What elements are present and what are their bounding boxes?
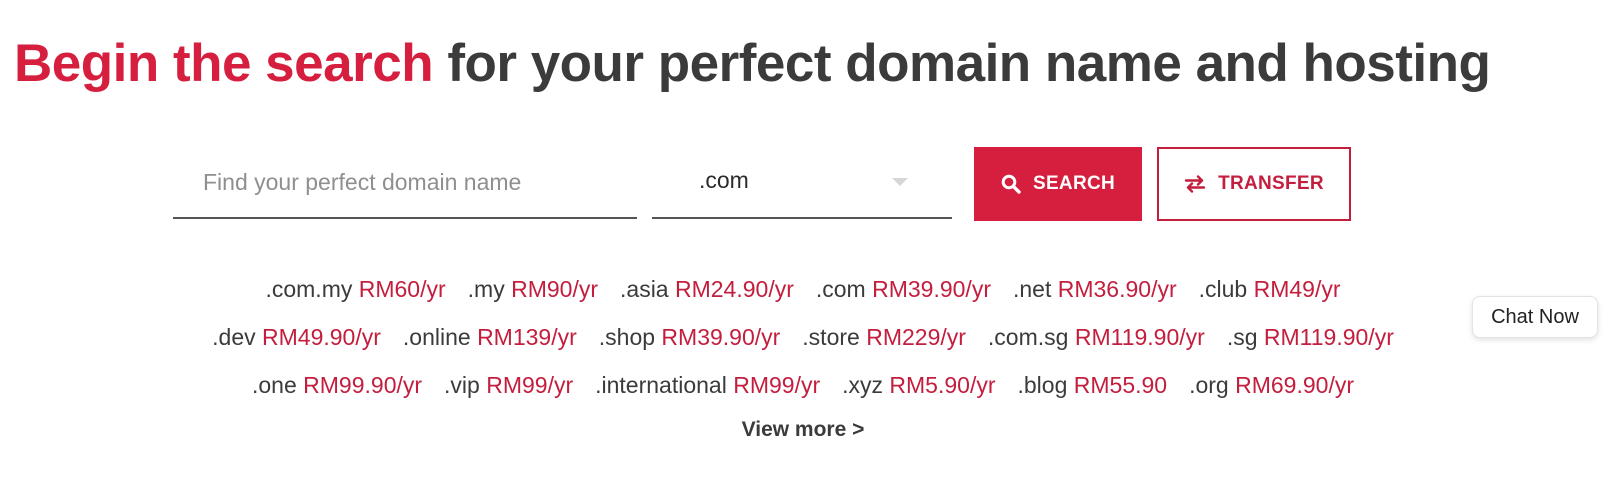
caret-down-icon xyxy=(892,178,908,186)
tld-price: RM49/yr xyxy=(1253,276,1341,302)
tld-name: .asia xyxy=(620,276,669,302)
transfer-button[interactable]: TRANSFER xyxy=(1157,147,1351,221)
price-item[interactable]: .shop RM39.90/yr xyxy=(599,313,781,361)
tld-price: RM90/yr xyxy=(511,276,599,302)
price-item[interactable]: .my RM90/yr xyxy=(468,265,598,313)
tld-price: RM139/yr xyxy=(477,324,577,350)
tld-price: RM39.90/yr xyxy=(872,276,991,302)
price-item[interactable]: .dev RM49.90/yr xyxy=(212,313,381,361)
tld-price: RM24.90/yr xyxy=(675,276,794,302)
tld-name: .shop xyxy=(598,324,656,350)
tld-name: .com.my xyxy=(265,276,353,302)
price-item[interactable]: .net RM36.90/yr xyxy=(1013,265,1177,313)
view-more-link[interactable]: View more > xyxy=(0,418,1606,442)
price-row: .dev RM49.90/yr .online RM139/yr .shop R… xyxy=(0,313,1606,361)
price-row: .one RM99.90/yr .vip RM99/yr .internatio… xyxy=(0,361,1606,409)
price-item[interactable]: .asia RM24.90/yr xyxy=(620,265,794,313)
domain-search-input[interactable] xyxy=(173,147,637,219)
tld-dropdown[interactable]: .com xyxy=(652,147,952,219)
tld-price: RM119.90/yr xyxy=(1074,324,1205,350)
tld-price: RM119.90/yr xyxy=(1263,324,1394,350)
chat-now-button[interactable]: Chat Now xyxy=(1472,296,1598,338)
tld-price: RM60/yr xyxy=(358,276,446,302)
tld-price: RM49.90/yr xyxy=(262,324,381,350)
price-item[interactable]: .one RM99.90/yr xyxy=(252,361,422,409)
price-item[interactable]: .vip RM99/yr xyxy=(444,361,573,409)
price-item[interactable]: .club RM49/yr xyxy=(1199,265,1341,313)
tld-name: .com.sg xyxy=(987,324,1069,350)
tld-name: .international xyxy=(595,372,727,398)
domain-search-bar: .com SEARCH TRANSFER xyxy=(0,147,1606,221)
tld-name: .club xyxy=(1198,276,1248,302)
price-item[interactable]: .xyz RM5.90/yr xyxy=(842,361,995,409)
price-row: .com.my RM60/yr .my RM90/yr .asia RM24.9… xyxy=(0,265,1606,313)
headline-accent: Begin the search xyxy=(14,34,434,93)
tld-price: RM55.90 xyxy=(1073,372,1168,398)
tld-selected-value: .com xyxy=(699,167,749,193)
tld-price: RM99.90/yr xyxy=(303,372,423,398)
price-item[interactable]: .org RM69.90/yr xyxy=(1189,361,1354,409)
transfer-button-label: TRANSFER xyxy=(1218,173,1324,194)
price-item[interactable]: .online RM139/yr xyxy=(403,313,577,361)
price-item[interactable]: .international RM99/yr xyxy=(595,361,820,409)
tld-name: .sg xyxy=(1226,324,1258,350)
tld-name: .vip xyxy=(444,372,480,398)
tld-price: RM36.90/yr xyxy=(1057,276,1177,302)
tld-price: RM69.90/yr xyxy=(1235,372,1354,398)
price-item[interactable]: .com RM39.90/yr xyxy=(816,265,991,313)
tld-name: .org xyxy=(1189,372,1229,398)
tld-name: .xyz xyxy=(842,372,884,398)
headline-rest: for your perfect domain name and hosting xyxy=(433,34,1491,93)
search-icon xyxy=(1001,174,1021,194)
price-item[interactable]: .store RM229/yr xyxy=(802,313,966,361)
page-headline: Begin the search for your perfect domain… xyxy=(14,30,1491,98)
tld-price: RM39.90/yr xyxy=(661,324,781,350)
tld-name: .one xyxy=(252,372,297,398)
tld-price-list: .com.my RM60/yr .my RM90/yr .asia RM24.9… xyxy=(0,265,1606,409)
search-button[interactable]: SEARCH xyxy=(974,147,1142,221)
tld-price: RM229/yr xyxy=(866,324,966,350)
price-item[interactable]: .sg RM119.90/yr xyxy=(1227,313,1394,361)
tld-name: .com xyxy=(815,276,866,302)
tld-name: .store xyxy=(802,324,860,350)
tld-price: RM99/yr xyxy=(733,372,821,398)
tld-name: .dev xyxy=(212,324,256,350)
tld-name: .net xyxy=(1012,276,1052,302)
tld-price: RM5.90/yr xyxy=(889,372,996,398)
swap-arrows-icon xyxy=(1184,175,1206,193)
price-item[interactable]: .com.my RM60/yr xyxy=(265,265,445,313)
search-button-label: SEARCH xyxy=(1032,173,1116,194)
tld-name: .blog xyxy=(1017,372,1068,398)
tld-name: .online xyxy=(402,324,471,350)
tld-name: .my xyxy=(467,276,505,302)
tld-price: RM99/yr xyxy=(486,372,574,398)
price-item[interactable]: .com.sg RM119.90/yr xyxy=(988,313,1205,361)
price-item[interactable]: .blog RM55.90 xyxy=(1018,361,1168,409)
